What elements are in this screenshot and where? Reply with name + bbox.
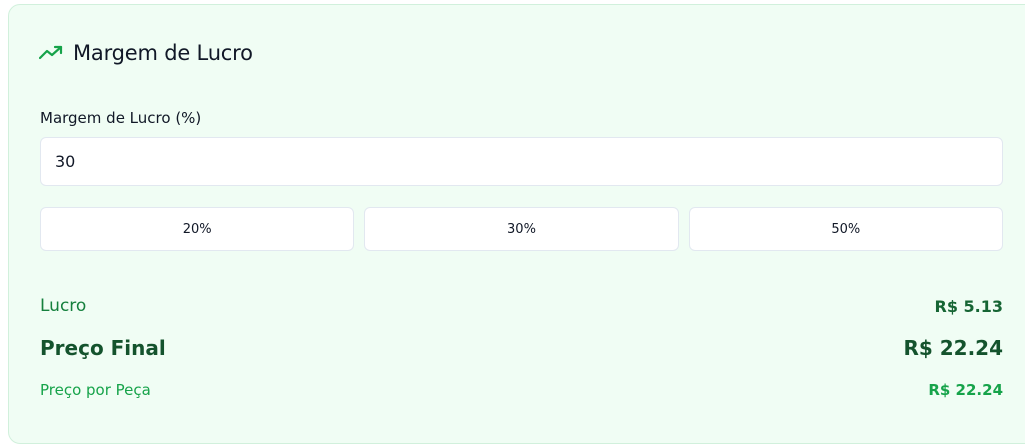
- profit-margin-card: Margem de Lucro Margem de Lucro (%) 20% …: [8, 4, 1025, 444]
- price-per-piece-label: Preço por Peça: [40, 381, 151, 399]
- preset-30-button[interactable]: 30%: [364, 207, 679, 251]
- price-per-piece-row: Preço por Peça R$ 22.24: [40, 381, 1003, 399]
- preset-50-button[interactable]: 50%: [688, 207, 1003, 251]
- price-per-piece-value: R$ 22.24: [928, 381, 1003, 399]
- final-price-row: Preço Final R$ 22.24: [40, 336, 1003, 360]
- card-title: Margem de Lucro: [73, 41, 253, 65]
- margin-presets: 20% 30% 50%: [40, 207, 1003, 251]
- card-header: Margem de Lucro: [39, 41, 253, 65]
- preset-20-button[interactable]: 20%: [40, 207, 355, 251]
- final-price-value: R$ 22.24: [903, 336, 1003, 360]
- trending-up-icon: [39, 44, 63, 62]
- profit-row: Lucro R$ 5.13: [40, 296, 1003, 316]
- final-price-label: Preço Final: [40, 336, 166, 360]
- margin-input[interactable]: [40, 137, 1003, 186]
- profit-label: Lucro: [40, 296, 87, 316]
- profit-value: R$ 5.13: [934, 296, 1004, 316]
- margin-field-label: Margem de Lucro (%): [40, 109, 202, 127]
